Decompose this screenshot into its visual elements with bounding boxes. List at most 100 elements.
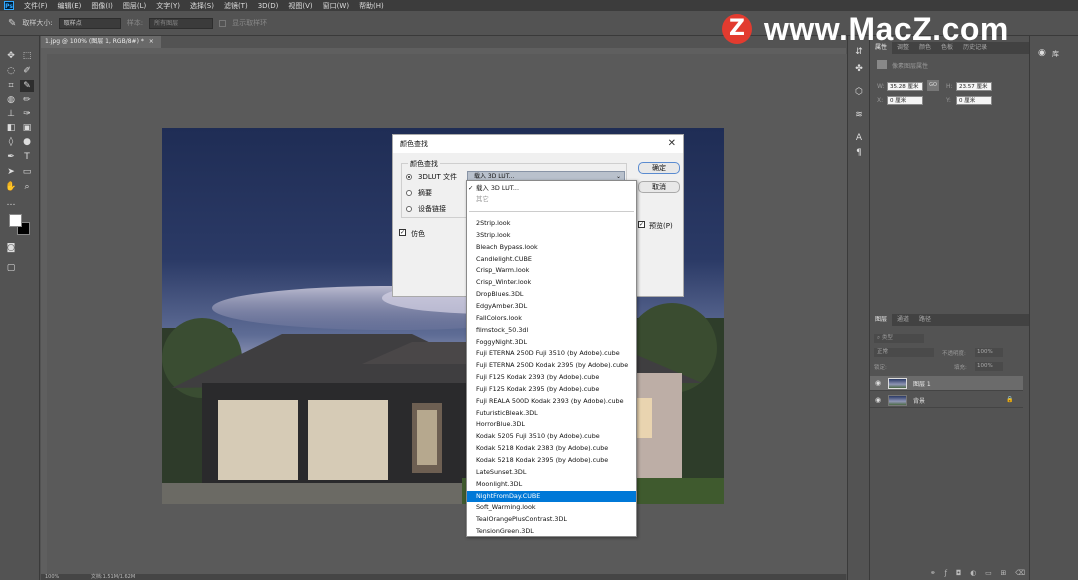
- fx-icon[interactable]: ƒ: [945, 569, 947, 578]
- link-icon[interactable]: GO: [927, 80, 939, 91]
- menu-window[interactable]: 窗口(W): [323, 1, 349, 11]
- dropdown-lut-item[interactable]: LateSunset.3DL: [467, 467, 636, 478]
- dodge-tool-icon[interactable]: ●: [20, 136, 34, 148]
- link-layers-icon[interactable]: ⚭: [930, 569, 936, 578]
- zoom-tool-icon[interactable]: ⌕: [20, 181, 34, 193]
- trash-icon[interactable]: ⌫: [1015, 569, 1025, 578]
- dropdown-item-load-lut[interactable]: ✓ 载入 3D LUT...: [467, 183, 636, 194]
- dropdown-lut-item[interactable]: Soft_Warming.look: [467, 502, 636, 513]
- menu-image[interactable]: 图像(I): [91, 1, 113, 11]
- type-tool-icon[interactable]: T: [20, 151, 34, 163]
- brush-tool-icon[interactable]: ✏: [20, 94, 34, 106]
- crop-tool-icon[interactable]: ⌗: [4, 80, 18, 92]
- menu-filter[interactable]: 滤镜(T): [224, 1, 248, 11]
- dropdown-lut-item[interactable]: Fuji ETERNA 250D Kodak 2395 (by Adobe).c…: [467, 360, 636, 371]
- document-tab[interactable]: 1.jpg @ 100% (图层 1, RGB/8#) * ×: [41, 36, 161, 48]
- dropdown-lut-item[interactable]: Fuji REALA 500D Kodak 2393 (by Adobe).cu…: [467, 396, 636, 407]
- dropdown-lut-item[interactable]: Bleach Bypass.look: [467, 242, 636, 253]
- mask-icon[interactable]: ◘: [956, 569, 962, 578]
- dropdown-lut-item[interactable]: Fuji ETERNA 250D Fuji 3510 (by Adobe).cu…: [467, 348, 636, 359]
- dropdown-lut-item[interactable]: Kodak 5218 Kodak 2395 (by Adobe).cube: [467, 455, 636, 466]
- opacity-field[interactable]: 100%: [975, 348, 1003, 357]
- dropdown-lut-item[interactable]: Moonlight.3DL: [467, 479, 636, 490]
- layer-filter-select[interactable]: ⌕ 类型: [874, 334, 924, 343]
- zoom-level[interactable]: 100%: [45, 574, 59, 580]
- dropdown-lut-item[interactable]: TealOrangePlusContrast.3DL: [467, 514, 636, 525]
- menu-select[interactable]: 选择(S): [190, 1, 214, 11]
- dropdown-lut-item[interactable]: FallColors.look: [467, 313, 636, 324]
- move-tool-icon[interactable]: ✥: [4, 50, 18, 62]
- ok-button[interactable]: 确定: [638, 162, 680, 174]
- rectangle-tool-icon[interactable]: ▭: [20, 166, 34, 178]
- dither-checkbox[interactable]: ✓: [399, 229, 406, 236]
- blend-mode-select[interactable]: 正常: [874, 348, 934, 357]
- dropdown-lut-item[interactable]: Candlelight.CUBE: [467, 254, 636, 265]
- new-layer-icon[interactable]: ⊞: [1000, 569, 1006, 578]
- path-select-tool-icon[interactable]: ➤: [4, 166, 18, 178]
- width-field[interactable]: 35.28 厘米: [887, 82, 923, 91]
- radio-3dlut[interactable]: [406, 174, 412, 180]
- pen-tool-icon[interactable]: ✒: [4, 151, 18, 163]
- dropdown-lut-item[interactable]: HorrorBlue.3DL: [467, 419, 636, 430]
- history-brush-icon[interactable]: ✑: [20, 108, 34, 120]
- dropdown-lut-item[interactable]: 2Strip.look: [467, 218, 636, 229]
- dropdown-lut-item[interactable]: Kodak 5205 Fuji 3510 (by Adobe).cube: [467, 431, 636, 442]
- paragraph-panel-icon[interactable]: ¶: [852, 147, 866, 159]
- character-panel-icon[interactable]: A: [852, 132, 866, 144]
- fill-field[interactable]: 100%: [975, 362, 1003, 371]
- layer-row-layer1[interactable]: ◉ 图层 1: [870, 376, 1023, 391]
- dropdown-lut-item[interactable]: FuturisticBleak.3DL: [467, 408, 636, 419]
- dropdown-lut-item[interactable]: FoggyNight.3DL: [467, 337, 636, 348]
- dropdown-lut-item[interactable]: Crisp_Winter.look: [467, 277, 636, 288]
- tab-paths[interactable]: 路径: [914, 314, 936, 326]
- menu-view[interactable]: 视图(V): [288, 1, 312, 11]
- radio-abstract[interactable]: [406, 190, 412, 196]
- dropdown-lut-item[interactable]: Crisp_Warm.look: [467, 265, 636, 276]
- quick-select-tool-icon[interactable]: ✐: [20, 65, 34, 77]
- tab-channels[interactable]: 通道: [892, 314, 914, 326]
- preview-checkbox[interactable]: ✓: [638, 221, 645, 228]
- menu-file[interactable]: 文件(F): [24, 1, 48, 11]
- height-field[interactable]: 23.57 厘米: [956, 82, 992, 91]
- menu-type[interactable]: 文字(Y): [156, 1, 180, 11]
- x-field[interactable]: 0 厘米: [887, 96, 923, 105]
- dropdown-lut-item[interactable]: EdgyAmber.3DL: [467, 301, 636, 312]
- swatches-panel-icon[interactable]: ✤: [852, 63, 866, 75]
- stamp-tool-icon[interactable]: ⊥: [4, 108, 18, 120]
- dropdown-lut-item[interactable]: Fuji F125 Kodak 2393 (by Adobe).cube: [467, 372, 636, 383]
- foreground-color-swatch-top[interactable]: [9, 214, 22, 227]
- more-tools-icon[interactable]: …: [4, 197, 18, 209]
- radio-device-link[interactable]: [406, 206, 412, 212]
- gradient-tool-icon[interactable]: ▣: [20, 122, 34, 134]
- dropdown-lut-item[interactable]: filmstock_50.3dl: [467, 325, 636, 336]
- menu-edit[interactable]: 编辑(E): [58, 1, 82, 11]
- lasso-tool-icon[interactable]: ◌: [4, 65, 18, 77]
- dropdown-lut-item[interactable]: Kodak 5218 Kodak 2383 (by Adobe).cube: [467, 443, 636, 454]
- eyedropper-tool-icon-active[interactable]: ✎: [20, 80, 34, 92]
- cancel-button[interactable]: 取消: [638, 181, 680, 193]
- 3d-panel-icon[interactable]: ⬡: [852, 86, 866, 98]
- brush-settings-icon[interactable]: ≋: [852, 109, 866, 121]
- dropdown-lut-item[interactable]: DropBlues.3DL: [467, 289, 636, 300]
- dialog-close-icon[interactable]: ✕: [668, 135, 676, 153]
- tab-layers[interactable]: 图层: [870, 314, 893, 326]
- show-ring-checkbox[interactable]: [219, 19, 227, 27]
- adjustment-icon[interactable]: ◐: [970, 569, 976, 578]
- dropdown-lut-item[interactable]: NightFromDay.CUBE: [467, 490, 636, 502]
- marquee-tool-icon[interactable]: ⬚: [20, 50, 34, 62]
- layer-row-background[interactable]: ◉ 背景 🔒: [870, 393, 1023, 408]
- menu-3d[interactable]: 3D(D): [258, 2, 279, 10]
- blur-tool-icon[interactable]: ◊: [4, 136, 18, 148]
- eyedropper-tool-icon[interactable]: ✎: [8, 18, 16, 29]
- library-label[interactable]: 库: [1052, 49, 1059, 59]
- menu-layer[interactable]: 图层(L): [123, 1, 146, 11]
- visibility-eye-icon[interactable]: ◉: [875, 379, 881, 387]
- sample-size-select[interactable]: 取样点: [58, 17, 121, 29]
- dropdown-lut-item[interactable]: 3Strip.look: [467, 230, 636, 241]
- quick-mask-icon[interactable]: ◙: [4, 242, 18, 254]
- dropdown-item-other[interactable]: 其它: [467, 194, 636, 205]
- dropdown-lut-item[interactable]: Fuji F125 Kodak 2395 (by Adobe).cube: [467, 384, 636, 395]
- sample-select[interactable]: 所有图层: [149, 17, 214, 29]
- visibility-eye-icon[interactable]: ◉: [875, 396, 881, 404]
- close-icon[interactable]: ×: [149, 38, 154, 45]
